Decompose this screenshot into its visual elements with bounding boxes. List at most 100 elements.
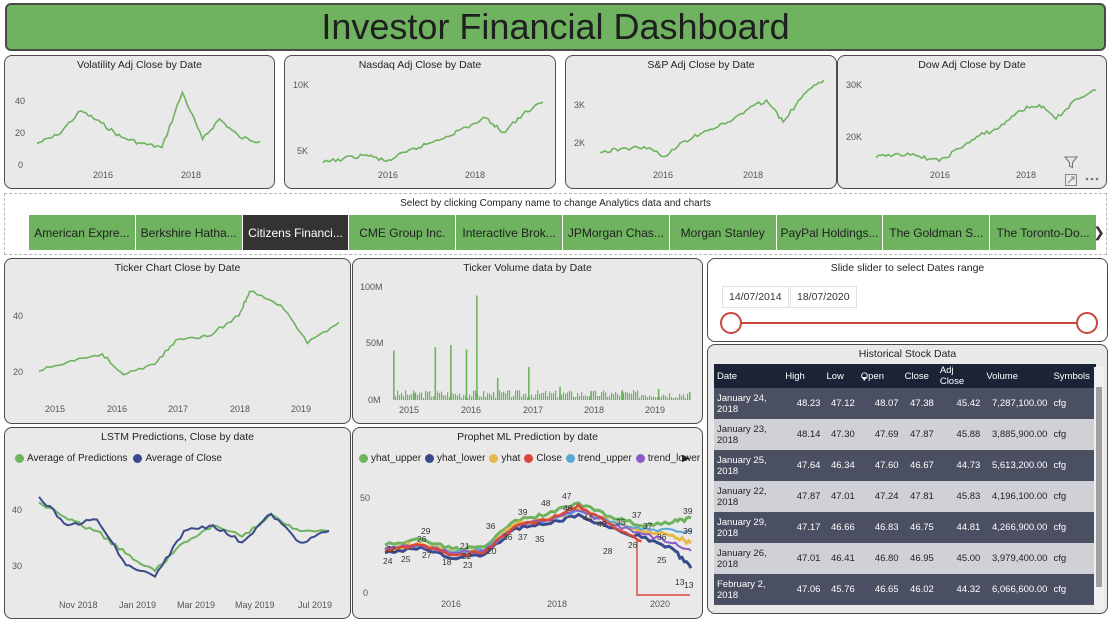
- volume-bar-baseline: [439, 393, 441, 400]
- nasdaq-chart-card[interactable]: Nasdaq Adj Close by Date 10K 5K 2016 201…: [284, 55, 556, 189]
- cell-volume: 6,066,600.00: [983, 574, 1051, 605]
- volume-bar-baseline: [683, 394, 685, 400]
- x-tick: 2016: [378, 170, 398, 180]
- volume-bar-baseline: [407, 394, 409, 400]
- volume-bar-baseline: [535, 394, 537, 400]
- cell-low: 47.12: [823, 388, 858, 419]
- prophet-chart-card[interactable]: Prophet ML Prediction by date yhat_upper…: [352, 427, 703, 619]
- scrollbar-thumb[interactable]: [1096, 387, 1102, 587]
- cell-high: 47.17: [782, 512, 824, 543]
- volume-bar-baseline: [679, 393, 681, 400]
- y-tick: 0: [18, 160, 23, 170]
- cell-close: 46.67: [901, 450, 937, 481]
- cell-close: 47.87: [901, 419, 937, 450]
- dow-chart-card[interactable]: Dow Adj Close by Date 30K 20K 2016 2018: [837, 55, 1107, 189]
- point-label: 36: [503, 532, 513, 542]
- point-label: 39: [683, 526, 693, 536]
- volume-bar-baseline: [635, 392, 637, 400]
- table-row[interactable]: January 22, 2018 47.87 47.01 47.24 47.81…: [714, 481, 1096, 512]
- chevron-right-icon[interactable]: ❯: [1092, 215, 1106, 250]
- company-tile[interactable]: The Goldman S...: [883, 215, 990, 250]
- volume-bar-baseline: [421, 392, 423, 400]
- company-tile-selected[interactable]: Citizens Financi...: [242, 215, 349, 250]
- column-header[interactable]: Adj Close: [936, 364, 984, 388]
- y-tick: 30: [12, 561, 22, 571]
- column-header[interactable]: Symbols: [1050, 364, 1096, 388]
- volume-bar-baseline: [515, 390, 517, 400]
- column-header[interactable]: Open ▼: [857, 364, 902, 388]
- volume-bar-baseline: [455, 393, 457, 400]
- volume-bar-baseline: [567, 392, 569, 400]
- cell-volume: 3,885,900.00: [983, 419, 1051, 450]
- table-row[interactable]: February 2, 2018 47.06 45.76 46.65 46.02…: [714, 574, 1096, 605]
- point-label: 18: [442, 557, 452, 567]
- filter-icon[interactable]: [1064, 155, 1078, 169]
- column-header[interactable]: Close: [901, 364, 937, 388]
- more-options-icon[interactable]: [1084, 175, 1100, 183]
- focus-mode-icon[interactable]: [1064, 173, 1078, 187]
- y-tick: 40: [15, 96, 25, 106]
- company-tile[interactable]: CME Group Inc.: [349, 215, 456, 250]
- column-header[interactable]: Volume: [983, 364, 1051, 388]
- volume-bar-baseline: [517, 390, 519, 400]
- column-header[interactable]: High: [782, 364, 824, 388]
- cell-date: January 25, 2018: [714, 450, 783, 481]
- volume-bar-baseline: [643, 395, 645, 400]
- volume-bar-baseline: [655, 397, 657, 400]
- dashboard-title: Investor Financial Dashboard: [321, 6, 790, 47]
- slider-end-handle[interactable]: [1076, 312, 1098, 334]
- point-label: 35: [535, 534, 545, 544]
- company-tile[interactable]: American Expre...: [29, 215, 135, 250]
- company-tile[interactable]: JPMorgan Chas...: [562, 215, 669, 250]
- point-label: 28: [603, 546, 613, 556]
- volume-bar-baseline: [647, 397, 649, 400]
- slider-start-handle[interactable]: [720, 312, 742, 334]
- series-line: [322, 101, 544, 164]
- date-range-slider[interactable]: [708, 307, 1109, 339]
- volume-bar-baseline: [511, 397, 513, 400]
- lstm-chart-card[interactable]: LSTM Predictions, Close by date Average …: [4, 427, 351, 619]
- table-row[interactable]: January 29, 2018 47.17 46.66 46.83 46.75…: [714, 512, 1096, 543]
- company-tile[interactable]: Interactive Brok...: [456, 215, 562, 250]
- x-tick: 2019: [291, 404, 311, 414]
- column-header[interactable]: Date: [714, 364, 783, 388]
- volume-chart: 100M 50M 0M 2015 2016 2017 2018 2019: [360, 282, 691, 415]
- end-date-input[interactable]: 18/07/2020: [790, 286, 857, 308]
- table-row[interactable]: January 26, 2018 47.01 46.41 46.80 46.95…: [714, 543, 1096, 574]
- volume-bar-baseline: [561, 394, 563, 400]
- company-tile[interactable]: Morgan Stanley: [669, 215, 776, 250]
- sp-chart-card[interactable]: S&P Adj Close by Date 3K 2K 2016 2018: [565, 55, 837, 189]
- x-tick: 2020: [650, 599, 670, 609]
- volume-bar-baseline: [513, 396, 515, 400]
- volume-bar-baseline: [673, 397, 675, 400]
- cell-open: 47.60: [857, 450, 902, 481]
- volume-bar-baseline: [523, 394, 525, 400]
- volume-bar-baseline: [573, 396, 575, 400]
- company-tile[interactable]: Berkshire Hatha...: [135, 215, 242, 250]
- slider-title: Slide slider to select Dates range: [830, 262, 985, 274]
- volume-bar-baseline: [681, 395, 683, 400]
- table-scrollbar[interactable]: [1094, 367, 1104, 610]
- company-tile[interactable]: PayPal Holdings...: [776, 215, 883, 250]
- volume-bar-baseline: [615, 392, 617, 400]
- company-tile[interactable]: The Toronto-Do...: [990, 215, 1096, 250]
- x-tick: Mar 2019: [177, 600, 215, 610]
- volume-bar-baseline: [595, 390, 597, 400]
- volume-chart-card[interactable]: Ticker Volume data by Date 100M 50M 0M 2…: [352, 258, 703, 424]
- volume-bar-baseline: [651, 396, 653, 400]
- table-row[interactable]: January 24, 2018 48.23 47.12 48.07 47.38…: [714, 388, 1096, 419]
- volume-bar-baseline: [531, 394, 533, 400]
- volume-bar-baseline: [669, 393, 671, 400]
- volume-bar-baseline: [403, 395, 405, 400]
- table-row[interactable]: January 23, 2018 48.14 47.30 47.69 47.87…: [714, 419, 1096, 450]
- y-tick: 40: [13, 311, 23, 321]
- volume-bar: [450, 345, 452, 400]
- ticker-chart-card[interactable]: Ticker Chart Close by Date 40 20 2015 20…: [4, 258, 351, 424]
- volume-bar-baseline: [639, 397, 641, 400]
- cell-close: 46.75: [901, 512, 937, 543]
- column-header[interactable]: Low: [823, 364, 858, 388]
- table-row[interactable]: January 25, 2018 47.64 46.34 47.60 46.67…: [714, 450, 1096, 481]
- start-date-input[interactable]: 14/07/2014: [722, 286, 789, 308]
- volume-bar-baseline: [685, 397, 687, 400]
- volatility-chart-card[interactable]: Volatility Adj Close by Date 40 20 0 201…: [4, 55, 275, 189]
